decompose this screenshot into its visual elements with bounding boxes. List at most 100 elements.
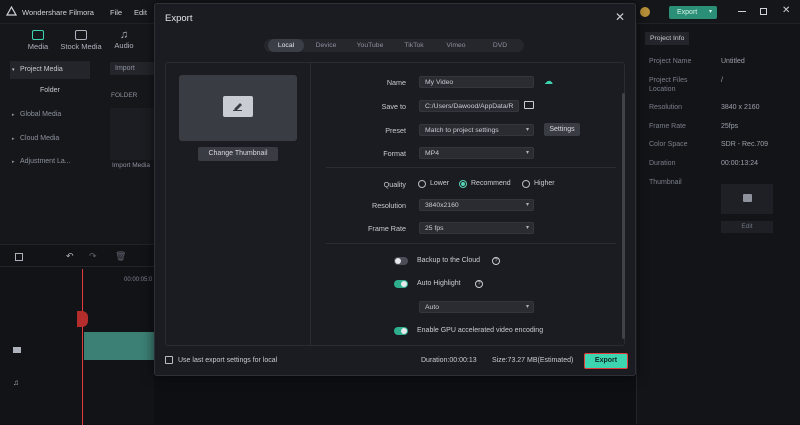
quality-lower-radio[interactable]	[418, 180, 426, 188]
quality-label: Quality	[383, 180, 406, 189]
layout-icon[interactable]	[15, 253, 23, 261]
info-value: 3840 x 2160	[721, 104, 760, 111]
pencil-icon	[743, 194, 752, 202]
music-note-icon: ♫	[119, 29, 129, 41]
tab-tiktok[interactable]: TikTok	[396, 39, 432, 52]
frame-rate-select[interactable]: 25 fps ▾	[419, 222, 534, 234]
export-dialog: Export ✕ Local Device YouTube TikTok Vim…	[154, 3, 636, 376]
close-icon[interactable]: ✕	[613, 10, 627, 24]
tab-vimeo[interactable]: Vimeo	[438, 39, 474, 52]
backup-cloud-toggle[interactable]	[394, 257, 408, 265]
resolution-label: Resolution	[372, 201, 406, 210]
timeline-panel: ↶ ↷ 🗑 00:00:05:0 ♫	[0, 244, 154, 425]
auto-value: Auto	[425, 304, 439, 311]
sidebar-item-global-media[interactable]: ▸ Global Media	[10, 106, 90, 124]
thumbnail-preview	[179, 75, 297, 141]
save-to-label: Save to	[381, 102, 406, 111]
project-info-panel: Project Info Project Name Untitled Projec…	[636, 24, 800, 424]
media-icon	[32, 30, 44, 40]
quality-recommend-label: Recommend	[471, 180, 511, 187]
delete-icon[interactable]: 🗑	[115, 251, 126, 262]
settings-scrollbar[interactable]	[622, 93, 625, 339]
playhead[interactable]	[82, 269, 83, 425]
gpu-encoding-label: Enable GPU accelerated video encoding	[417, 327, 544, 334]
tab-project-info[interactable]: Project Info	[645, 32, 689, 45]
preset-label: Preset	[385, 126, 406, 135]
tab-stock-media[interactable]: Stock Media	[58, 30, 104, 58]
auto-highlight-toggle[interactable]	[394, 280, 408, 288]
section-divider	[326, 167, 616, 168]
chevron-right-icon: ▸	[12, 159, 15, 165]
auto-highlight-select[interactable]: Auto ▾	[419, 301, 534, 313]
preset-select[interactable]: Match to project settings ▾	[419, 124, 534, 136]
help-icon[interactable]: ?	[475, 280, 483, 288]
folder-icon[interactable]	[524, 101, 534, 109]
quality-recommend-radio[interactable]	[459, 180, 467, 188]
sidebar-item-cloud-media[interactable]: ▸ Cloud Media	[10, 130, 90, 148]
settings-button[interactable]: Settings	[544, 123, 580, 136]
name-label: Name	[386, 78, 406, 87]
tab-audio-label: Audio	[114, 41, 134, 50]
tab-stock-media-label: Stock Media	[60, 42, 102, 51]
sidebar-item-label: Adjustment La...	[20, 158, 71, 165]
tab-local[interactable]: Local	[268, 39, 304, 52]
info-key: Resolution	[649, 104, 683, 111]
tab-dvd[interactable]: DVD	[482, 39, 518, 52]
app-brand: Wondershare Filmora	[22, 8, 94, 17]
frame-rate-value: 25 fps	[425, 225, 444, 232]
sidebar-item-label: Cloud Media	[20, 135, 60, 142]
sidebar-item-project-media[interactable]: ▾ Project Media	[10, 61, 90, 79]
resolution-select[interactable]: 3840x2160 ▾	[419, 199, 534, 211]
redo-icon[interactable]: ↷	[89, 251, 97, 262]
export-settings-frame: Change Thumbnail Name My Video ☁ Save to…	[165, 62, 625, 346]
video-clip[interactable]	[84, 332, 154, 360]
gpu-encoding-toggle[interactable]	[394, 327, 408, 335]
use-last-settings-label: Use last export settings for local	[178, 357, 278, 364]
playhead-marker[interactable]	[77, 311, 88, 327]
tab-audio[interactable]: ♫ Audio	[104, 30, 144, 58]
top-export-button[interactable]: Export ▾	[669, 6, 717, 19]
chevron-down-icon: ▾	[525, 225, 529, 231]
ai-rename-icon[interactable]: ☁	[544, 76, 553, 87]
section-divider	[326, 243, 616, 244]
tab-device[interactable]: Device	[308, 39, 344, 52]
info-key: Color Space	[649, 141, 688, 148]
chevron-down-icon: ▾	[525, 304, 529, 310]
vertical-divider	[310, 63, 311, 345]
filmora-logo-icon	[6, 6, 17, 17]
change-thumbnail-button[interactable]: Change Thumbnail	[198, 147, 278, 161]
menu-edit[interactable]: Edit	[134, 8, 147, 17]
import-media-tile[interactable]	[110, 108, 154, 160]
restore-icon[interactable]	[760, 8, 767, 15]
name-input[interactable]: My Video	[419, 76, 534, 88]
tab-media[interactable]: Media	[18, 30, 58, 58]
help-icon[interactable]: ?	[492, 257, 500, 265]
chevron-right-icon: ▸	[12, 112, 15, 118]
media-panel: Media Stock Media ♫ Audio ▾ Project Medi…	[0, 24, 154, 244]
menu-file[interactable]: File	[110, 8, 122, 17]
avatar[interactable]	[640, 7, 650, 17]
info-value: 00:00:13:24	[721, 160, 758, 167]
chevron-down-icon: ▾	[12, 67, 15, 73]
sidebar-item-folder[interactable]: Folder	[10, 82, 90, 100]
top-export-label: Export	[677, 9, 698, 16]
quality-higher-radio[interactable]	[522, 180, 530, 188]
timecode-label: 00:00:05:0	[124, 277, 153, 283]
minimize-icon[interactable]	[738, 11, 746, 12]
undo-icon[interactable]: ↶	[66, 251, 74, 262]
use-last-settings-checkbox[interactable]	[165, 356, 173, 364]
folder-header: FOLDER	[111, 92, 138, 99]
tab-youtube[interactable]: YouTube	[350, 39, 390, 52]
thumbnail-edit-button[interactable]: Edit	[721, 221, 773, 233]
info-value: Untitled	[721, 58, 745, 65]
import-label: Import	[115, 65, 135, 72]
chevron-down-icon: ▾	[525, 127, 529, 133]
export-button[interactable]: Export	[584, 353, 628, 369]
pencil-icon	[231, 101, 244, 111]
sidebar-item-adjustment[interactable]: ▸ Adjustment La...	[10, 153, 96, 171]
save-to-input[interactable]: C:/Users/Dawood/AppData/R	[419, 100, 519, 112]
import-dropdown[interactable]: Import	[110, 62, 154, 75]
format-select[interactable]: MP4 ▾	[419, 147, 534, 159]
close-icon[interactable]: ✕	[782, 5, 790, 16]
info-key: Thumbnail	[649, 179, 682, 186]
